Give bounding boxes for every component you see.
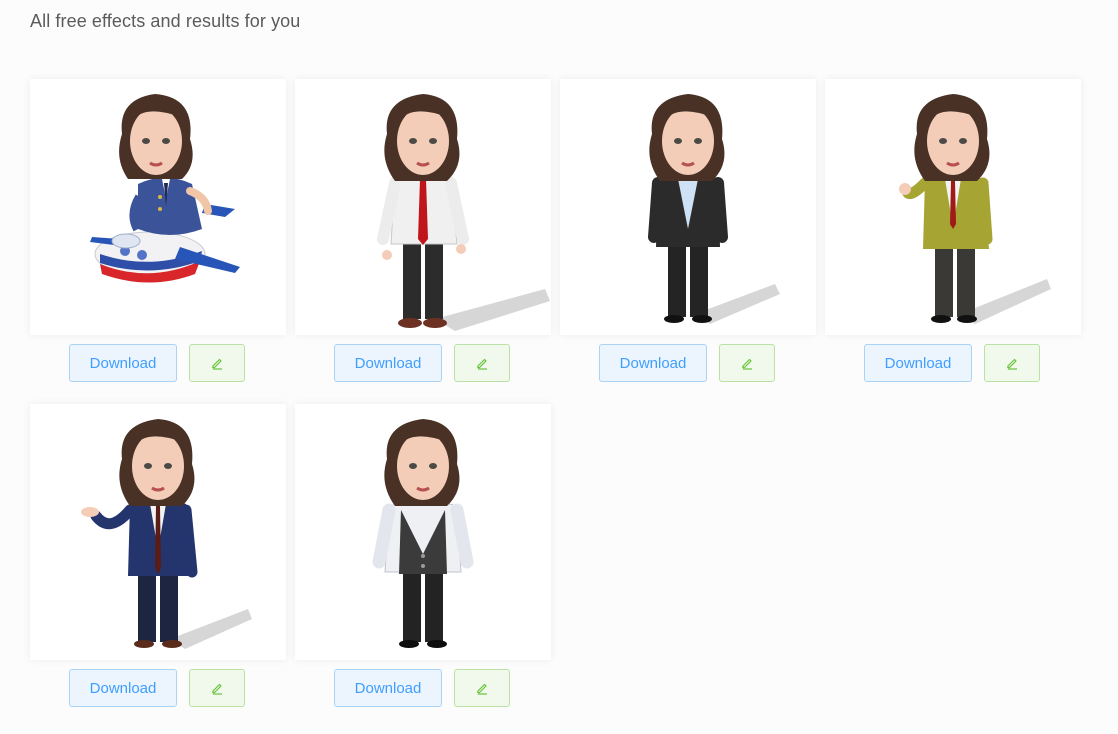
result-card-1: Download	[30, 79, 286, 382]
avatar-olive-blazer-image	[899, 94, 1051, 324]
result-card-4: Download	[825, 79, 1081, 382]
avatar-navy-suit-image	[81, 419, 252, 649]
result-card-2: Download	[295, 79, 551, 382]
download-button[interactable]: Download	[69, 669, 177, 707]
download-button[interactable]: Download	[599, 344, 707, 382]
result-image-2[interactable]	[295, 79, 551, 335]
download-button[interactable]: Download	[334, 669, 442, 707]
avatar-white-shirt-image	[377, 94, 550, 331]
result-card-3: Download	[560, 79, 816, 382]
result-image-1[interactable]	[30, 79, 286, 335]
pencil-icon	[212, 683, 222, 695]
pencil-icon	[477, 683, 487, 695]
result-image-4[interactable]	[825, 79, 1081, 335]
edit-button[interactable]	[984, 344, 1040, 382]
page-heading: All free effects and results for you	[30, 11, 301, 31]
avatar-black-vest-image	[372, 419, 474, 648]
pencil-icon	[742, 358, 752, 370]
pencil-icon	[477, 358, 487, 370]
results-page: All free effects and results for you Dow…	[0, 0, 1118, 734]
download-button[interactable]: Download	[864, 344, 972, 382]
edit-button[interactable]	[719, 344, 775, 382]
result-card-6: Download	[295, 404, 551, 707]
avatar-black-suit-image	[648, 94, 780, 324]
avatar-pilot-airplane-image	[90, 94, 240, 283]
pencil-icon	[1007, 358, 1017, 370]
edit-button[interactable]	[189, 344, 245, 382]
download-button[interactable]: Download	[69, 344, 177, 382]
result-image-6[interactable]	[295, 404, 551, 660]
result-image-3[interactable]	[560, 79, 816, 335]
result-card-5: Download	[30, 404, 286, 707]
download-button[interactable]: Download	[334, 344, 442, 382]
pencil-icon	[212, 358, 222, 370]
edit-button[interactable]	[189, 669, 245, 707]
result-image-5[interactable]	[30, 404, 286, 660]
edit-button[interactable]	[454, 344, 510, 382]
edit-button[interactable]	[454, 669, 510, 707]
